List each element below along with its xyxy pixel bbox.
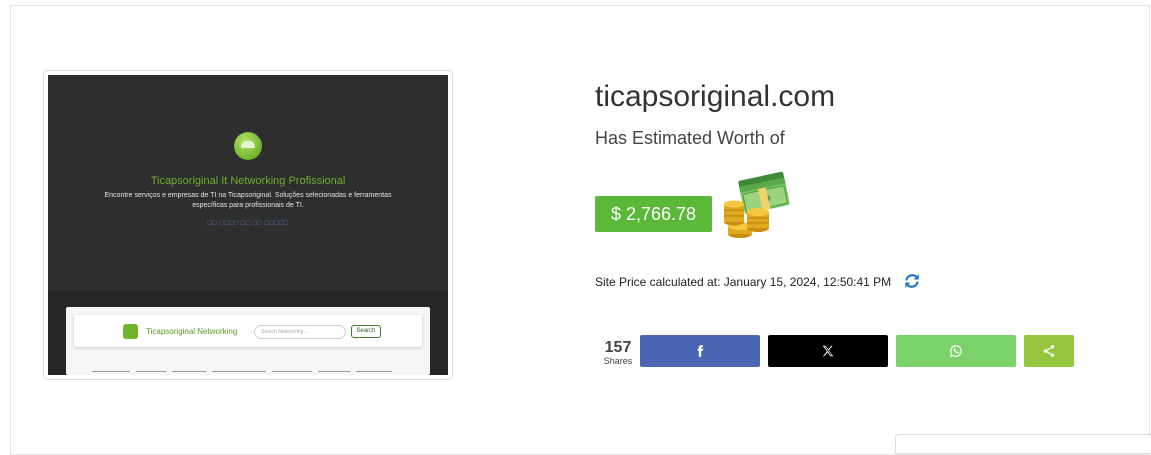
screenshot-footer-line — [212, 371, 266, 372]
corner-panel — [895, 434, 1151, 454]
refresh-icon[interactable] — [903, 272, 921, 290]
screenshot-nav-title: Ticapsoriginal Networking — [146, 327, 238, 336]
share-icon — [1043, 345, 1055, 357]
screenshot-search-button: Search — [351, 325, 381, 338]
screenshot-footer-line — [272, 371, 312, 372]
whatsapp-share-button[interactable] — [896, 335, 1016, 367]
estimated-price-badge: $ 2,766.78 — [595, 196, 712, 232]
screenshot-hero-description: Encontre serviços e empresas de TI na Ti… — [104, 192, 392, 209]
facebook-share-button[interactable] — [640, 335, 760, 367]
whatsapp-icon — [950, 345, 962, 357]
more-share-button[interactable] — [1024, 335, 1074, 367]
screenshot-footer-line — [172, 371, 206, 372]
screenshot-hero-title: Ticapsoriginal It Networking Profissiona… — [150, 175, 346, 187]
site-screenshot-frame: Ticapsoriginal It Networking Profissiona… — [43, 70, 453, 380]
screenshot-footer-line — [356, 371, 392, 372]
screenshot-logo-icon — [234, 132, 262, 160]
screenshot-nav-logo-icon — [123, 324, 138, 339]
share-counter: 157 Shares — [600, 339, 636, 367]
screenshot-footer-line — [92, 371, 130, 372]
price-calculated-at: Site Price calculated at: January 15, 20… — [595, 275, 892, 289]
x-share-button[interactable] — [768, 335, 888, 367]
x-icon — [822, 345, 834, 357]
domain-title: ticapsoriginal.com — [595, 80, 836, 113]
site-screenshot: Ticapsoriginal It Networking Profissiona… — [48, 75, 448, 375]
screenshot-footer-line — [136, 371, 166, 372]
share-count-label: Shares — [603, 356, 633, 366]
share-count: 157 — [604, 339, 632, 356]
money-stack-icon — [724, 171, 790, 238]
screenshot-hero-links: □□ □□□□ □□ □□ □□□□□ — [207, 220, 289, 227]
facebook-icon — [697, 345, 704, 357]
screenshot-search-input: Search Networking ... — [254, 325, 346, 339]
worth-subtitle: Has Estimated Worth of — [595, 128, 785, 148]
screenshot-footer-line — [318, 371, 350, 372]
